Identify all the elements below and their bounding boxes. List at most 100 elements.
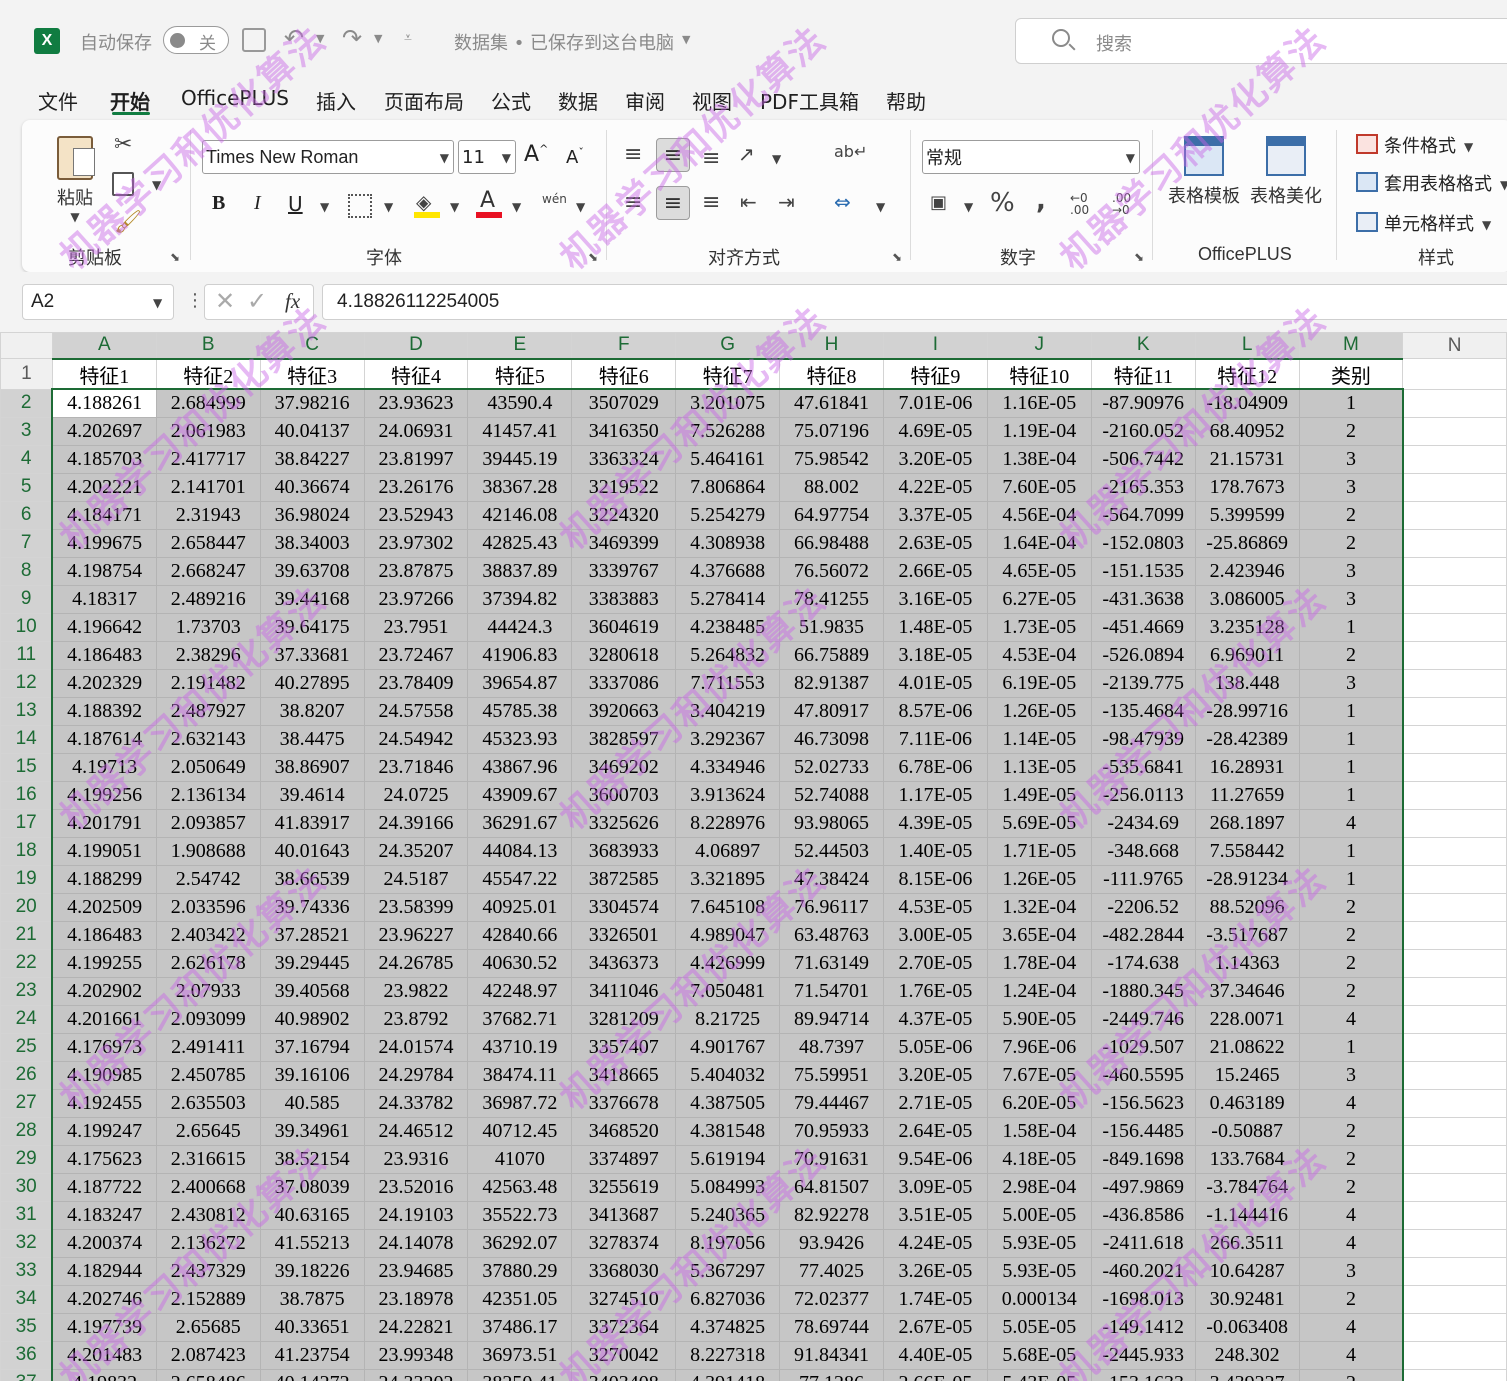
row-header-4[interactable]: 4 (0, 444, 54, 474)
data-cell[interactable]: 4.185703 (51, 444, 157, 474)
data-cell[interactable]: 7.711553 (675, 668, 781, 698)
data-cell[interactable]: 3.65E-04 (986, 920, 1092, 950)
row-header-9[interactable]: 9 (0, 584, 54, 614)
column-title-cell[interactable]: 特征8 (779, 358, 884, 390)
data-cell[interactable]: 4 (1298, 1340, 1404, 1370)
accounting-dropdown-icon[interactable]: ▼ (964, 200, 973, 214)
data-cell[interactable]: 63.48763 (779, 920, 884, 950)
column-header-c[interactable]: C (259, 332, 365, 360)
data-cell[interactable]: 38837.89 (467, 556, 573, 586)
data-cell[interactable]: 45323.93 (467, 724, 573, 754)
redo-dropdown-icon[interactable]: ▼ (374, 32, 382, 45)
data-cell[interactable]: -2206.52 (1090, 892, 1196, 922)
data-cell[interactable]: 78.69744 (779, 1312, 884, 1342)
data-cell[interactable]: 3.913624 (675, 780, 781, 810)
data-cell[interactable]: 2.141701 (155, 472, 261, 502)
formula-input[interactable]: 4.18826112254005 (322, 284, 1507, 320)
data-cell[interactable]: 3280618 (571, 640, 677, 670)
row-header-13[interactable]: 13 (0, 696, 54, 726)
data-cell[interactable]: 2.191482 (155, 668, 261, 698)
more-options-icon[interactable]: ⋮ (186, 290, 204, 311)
data-cell[interactable]: 4.238485 (675, 612, 781, 642)
data-cell[interactable]: 4 (1298, 1228, 1404, 1258)
format-as-table-button[interactable]: 套用表格格式 (1384, 170, 1492, 196)
data-cell[interactable]: 8.21725 (675, 1004, 781, 1034)
data-cell[interactable]: 40712.45 (467, 1116, 573, 1146)
data-cell[interactable] (1402, 1116, 1507, 1146)
phonetic-dropdown-icon[interactable]: ▼ (576, 200, 585, 214)
data-cell[interactable]: 66.98488 (779, 528, 884, 558)
data-cell[interactable]: 228.0071 (1194, 1004, 1300, 1034)
tab-file[interactable]: 文件 (38, 86, 78, 115)
fill-color-icon[interactable]: ◈ (416, 190, 431, 214)
data-cell[interactable]: 40.33651 (259, 1312, 365, 1342)
row-header-16[interactable]: 16 (0, 780, 54, 810)
data-cell[interactable]: 1 (1298, 1032, 1404, 1062)
data-cell[interactable]: 3.439227 (1194, 1368, 1300, 1381)
row-header-25[interactable]: 25 (0, 1032, 54, 1062)
data-cell[interactable]: 4.188392 (51, 696, 157, 726)
data-cell[interactable]: 3469399 (571, 528, 677, 558)
data-cell[interactable]: 1.49E-05 (986, 780, 1092, 810)
align-top-icon[interactable]: ≡ (624, 142, 642, 167)
row-header-29[interactable]: 29 (0, 1144, 54, 1174)
data-cell[interactable]: 88.52096 (1194, 892, 1300, 922)
data-cell[interactable]: 39.64175 (259, 612, 365, 642)
data-cell[interactable]: 5.240365 (675, 1200, 781, 1230)
data-cell[interactable]: 42840.66 (467, 920, 573, 950)
data-cell[interactable]: 11.27659 (1194, 780, 1300, 810)
data-cell[interactable]: 40.585 (259, 1088, 365, 1118)
data-cell[interactable]: 3 (1298, 1256, 1404, 1286)
data-cell[interactable]: 2 (1298, 528, 1404, 558)
data-cell[interactable]: 38.84227 (259, 444, 365, 474)
data-cell[interactable]: -156.5623 (1090, 1088, 1196, 1118)
data-cell[interactable]: 39.34961 (259, 1116, 365, 1146)
row-header-3[interactable]: 3 (0, 416, 54, 446)
data-cell[interactable]: 38367.28 (467, 472, 573, 502)
data-cell[interactable]: 47.61841 (779, 388, 884, 418)
data-cell[interactable]: 3270042 (571, 1340, 677, 1370)
data-cell[interactable]: 3339767 (571, 556, 677, 586)
data-cell[interactable]: -506.7442 (1090, 444, 1196, 474)
column-title-cell[interactable]: 特征7 (675, 358, 781, 390)
data-cell[interactable]: 3357407 (571, 1032, 677, 1062)
data-cell[interactable]: 91.84341 (779, 1340, 884, 1370)
data-cell[interactable]: 1 (1298, 752, 1404, 782)
data-cell[interactable]: 38.8207 (259, 696, 365, 726)
data-cell[interactable]: -1029.507 (1090, 1032, 1196, 1062)
data-cell[interactable]: -460.5595 (1090, 1060, 1196, 1090)
data-cell[interactable]: 2.66E-05 (882, 556, 988, 586)
data-cell[interactable]: 1.14363 (1194, 948, 1300, 978)
row-header-26[interactable]: 26 (0, 1060, 54, 1090)
row-header-35[interactable]: 35 (0, 1312, 54, 1342)
data-cell[interactable]: 5.367297 (675, 1256, 781, 1286)
data-cell[interactable]: -2160.052 (1090, 416, 1196, 446)
data-cell[interactable]: -526.0894 (1090, 640, 1196, 670)
column-title-cell[interactable]: 特征9 (882, 358, 988, 390)
row-header-27[interactable]: 27 (0, 1088, 54, 1118)
data-cell[interactable]: 40.27895 (259, 668, 365, 698)
data-cell[interactable]: 4.989047 (675, 920, 781, 950)
data-cell[interactable]: 77.4025 (779, 1256, 884, 1286)
data-cell[interactable]: -564.7099 (1090, 500, 1196, 530)
data-cell[interactable]: -0.50887 (1194, 1116, 1300, 1146)
data-cell[interactable]: 4.426999 (675, 948, 781, 978)
data-cell[interactable]: 2.658486 (155, 1368, 261, 1381)
data-cell[interactable]: 3.26E-05 (882, 1256, 988, 1286)
data-cell[interactable]: 2.087423 (155, 1340, 261, 1370)
data-cell[interactable] (1402, 416, 1507, 446)
data-cell[interactable]: 3436373 (571, 948, 677, 978)
fill-dropdown-icon[interactable]: ▼ (450, 200, 459, 214)
data-cell[interactable]: 4 (1298, 808, 1404, 838)
data-cell[interactable]: 40.98902 (259, 1004, 365, 1034)
data-cell[interactable]: 24.33782 (363, 1088, 469, 1118)
data-cell[interactable]: 7.01E-06 (882, 388, 988, 418)
data-cell[interactable] (1402, 1060, 1507, 1090)
data-cell[interactable]: 4.53E-04 (986, 640, 1092, 670)
data-cell[interactable]: 23.72467 (363, 640, 469, 670)
data-cell[interactable]: 1.73703 (155, 612, 261, 642)
data-cell[interactable]: 23.58399 (363, 892, 469, 922)
row-header-21[interactable]: 21 (0, 920, 54, 950)
data-cell[interactable]: 4.187614 (51, 724, 157, 754)
comma-style-icon[interactable]: , (1036, 186, 1046, 216)
